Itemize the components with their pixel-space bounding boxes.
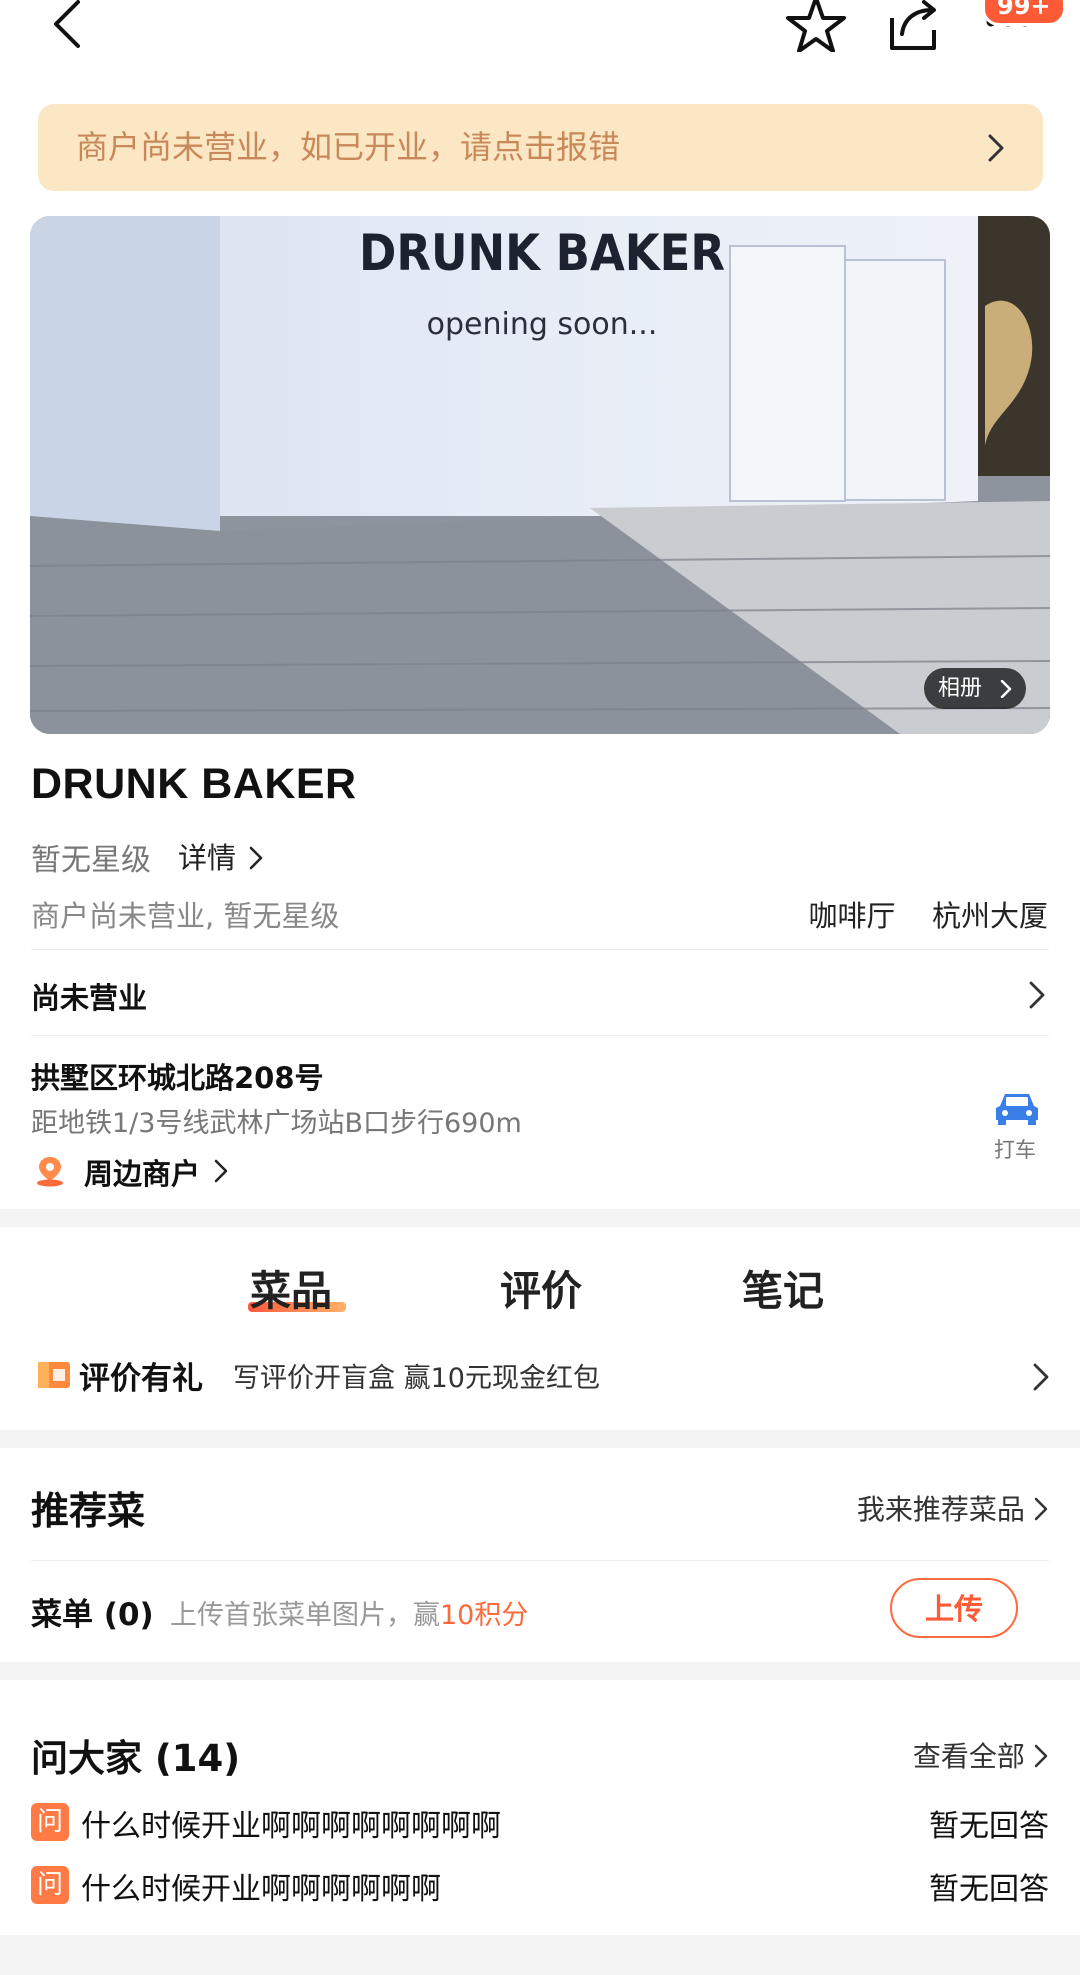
storefront-image: DRUNK BAKER opening soon... bbox=[30, 216, 1050, 734]
category-label[interactable]: 咖啡厅 bbox=[809, 899, 896, 933]
tab-dishes[interactable]: 菜品 bbox=[250, 1257, 332, 1317]
storefront-photo[interactable]: DRUNK BAKER opening soon... 相册 bbox=[30, 216, 1050, 734]
section-gap bbox=[0, 1662, 1080, 1680]
qa-status: 暂无回答 bbox=[929, 1809, 1049, 1844]
gift-ticket-icon bbox=[38, 1362, 70, 1388]
top-bar: 99+ bbox=[0, 0, 1080, 90]
promo-desc: 写评价开盲盒 赢10元现金红包 bbox=[233, 1363, 600, 1394]
location-pin-icon bbox=[37, 1157, 63, 1187]
notification-badge: 99+ bbox=[982, 0, 1066, 26]
chevron-right-icon bbox=[1033, 1363, 1049, 1391]
chevron-right-icon bbox=[988, 134, 1004, 162]
review-promo-row[interactable]: 评价有礼 写评价开盲盒 赢10元现金红包 bbox=[37, 1353, 1049, 1403]
recommend-dish-link[interactable]: 我来推荐菜品 bbox=[857, 1488, 1048, 1528]
divider bbox=[31, 949, 1049, 950]
divider bbox=[31, 1035, 1049, 1036]
rating-detail-link[interactable]: 详情 bbox=[178, 835, 263, 877]
qa-item[interactable]: 问 什么时候开业啊啊啊啊啊啊啊啊 暂无回答 bbox=[31, 1801, 1049, 1845]
divider bbox=[31, 1560, 1049, 1561]
tab-notes[interactable]: 笔记 bbox=[742, 1257, 824, 1317]
sign-title: DRUNK BAKER bbox=[359, 224, 725, 282]
chevron-right-icon bbox=[1029, 981, 1045, 1009]
recommend-title: 推荐菜 bbox=[31, 1489, 146, 1533]
menu-reward: 10积分 bbox=[440, 1600, 529, 1631]
back-arrow-icon[interactable] bbox=[46, 0, 86, 52]
qa-question: 什么时候开业啊啊啊啊啊啊啊啊 bbox=[81, 1809, 501, 1844]
chevron-right-icon bbox=[249, 846, 263, 870]
hours-row[interactable]: 尚未营业 bbox=[31, 975, 1049, 1025]
qa-item[interactable]: 问 什么时候开业啊啊啊啊啊啊 暂无回答 bbox=[31, 1864, 1049, 1908]
rating-text: 暂无星级 bbox=[31, 843, 151, 878]
qa-question: 什么时候开业啊啊啊啊啊啊 bbox=[81, 1872, 441, 1907]
not-open-notice-banner[interactable]: 商户尚未营业，如已开业，请点击报错 bbox=[38, 104, 1043, 191]
category-area: 咖啡厅 杭州大厦 bbox=[809, 893, 1048, 935]
promo-title: 评价有礼 bbox=[79, 1361, 203, 1397]
taxi-button[interactable]: 打车 bbox=[988, 1090, 1046, 1162]
area-label[interactable]: 杭州大厦 bbox=[932, 899, 1048, 933]
view-all-label: 查看全部 bbox=[912, 1740, 1025, 1773]
chevron-right-icon bbox=[1034, 1744, 1048, 1768]
tab-reviews[interactable]: 评价 bbox=[500, 1257, 582, 1317]
menu-hint: 上传首张菜单图片，赢 bbox=[170, 1600, 440, 1631]
share-icon[interactable] bbox=[888, 0, 944, 52]
detail-label: 详情 bbox=[178, 841, 237, 875]
chevron-right-icon bbox=[1034, 1497, 1048, 1521]
menu-title: 菜单 (0) bbox=[31, 1597, 154, 1633]
chevron-right-icon bbox=[214, 1159, 228, 1183]
question-icon: 问 bbox=[31, 1803, 69, 1841]
sign-subtitle: opening soon... bbox=[427, 307, 658, 342]
taxi-label: 打车 bbox=[994, 1138, 1036, 1162]
chevron-right-icon bbox=[1000, 680, 1012, 698]
notice-text: 商户尚未营业，如已开业，请点击报错 bbox=[76, 128, 621, 166]
question-icon: 问 bbox=[31, 1866, 69, 1904]
section-gap bbox=[0, 1430, 1080, 1448]
menu-hint-line: 上传首张菜单图片，赢10积分 bbox=[170, 1593, 528, 1632]
nearby-label: 周边商户 bbox=[84, 1157, 201, 1191]
shop-name: DRUNK BAKER bbox=[31, 760, 357, 808]
qa-title: 问大家 (14) bbox=[31, 1737, 241, 1780]
car-icon bbox=[996, 1094, 1038, 1125]
album-button[interactable]: 相册 bbox=[924, 668, 1026, 709]
section-gap bbox=[0, 1209, 1080, 1227]
transit-info: 距地铁1/3号线武林广场站B口步行690m bbox=[31, 1108, 522, 1139]
address-street[interactable]: 拱墅区环城北路208号 bbox=[31, 1055, 324, 1097]
section-gap bbox=[0, 1935, 1080, 1975]
status-line: 商户尚未营业, 暂无星级 bbox=[31, 899, 340, 933]
qa-view-all-link[interactable]: 查看全部 bbox=[913, 1735, 1048, 1775]
hours-label: 尚未营业 bbox=[31, 981, 148, 1015]
star-icon[interactable] bbox=[786, 0, 846, 52]
upload-menu-button[interactable]: 上传 bbox=[890, 1578, 1018, 1638]
qa-status: 暂无回答 bbox=[929, 1872, 1049, 1907]
recommend-action: 我来推荐菜品 bbox=[856, 1493, 1025, 1526]
album-label: 相册 bbox=[938, 676, 983, 701]
